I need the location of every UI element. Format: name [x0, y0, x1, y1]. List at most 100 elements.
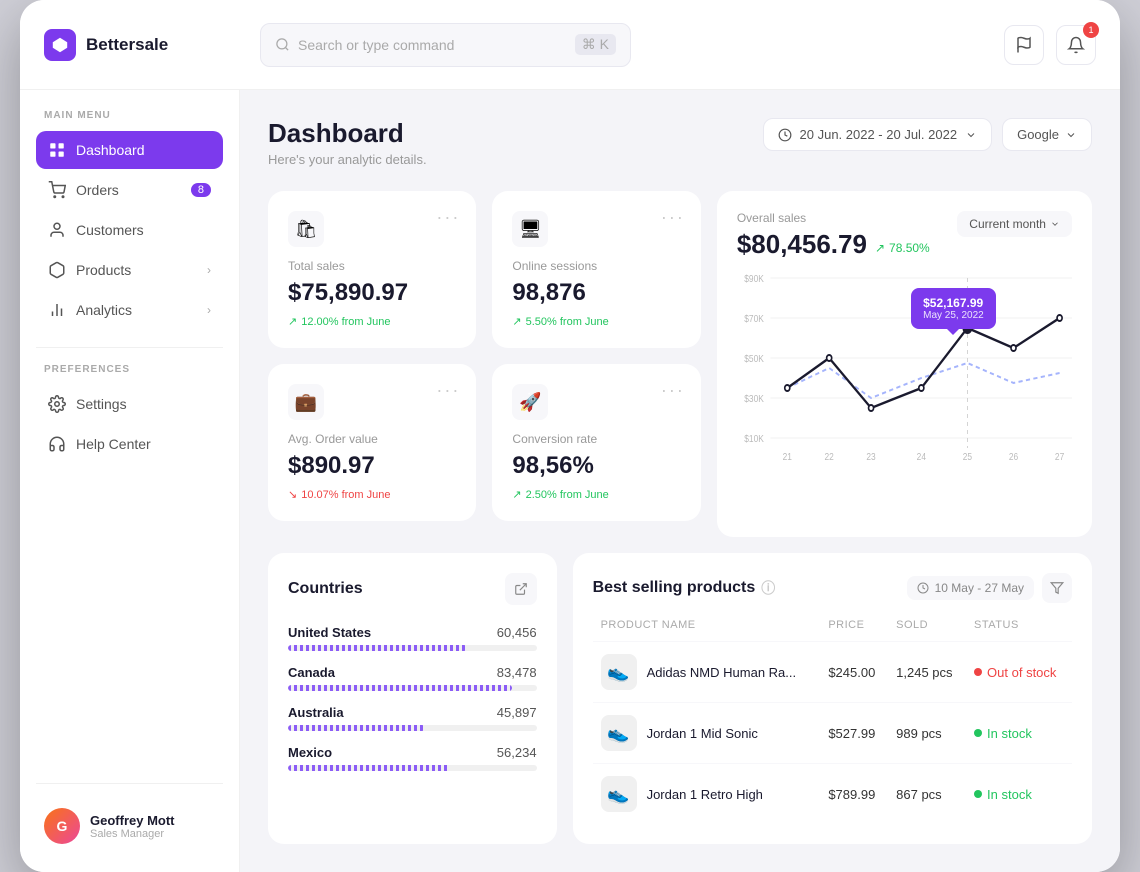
svg-text:22: 22 — [824, 451, 833, 462]
product-cell: 👟 Jordan 1 Retro High — [593, 764, 821, 825]
product-price: $789.99 — [820, 764, 888, 825]
product-sold: 867 pcs — [888, 764, 966, 825]
stat-icon-briefcase: 💼 — [288, 384, 324, 420]
sidebar-item-analytics[interactable]: Analytics › — [36, 291, 223, 329]
card-menu-button[interactable]: ··· — [661, 207, 685, 228]
search-bar[interactable]: Search or type command ⌘ K — [260, 23, 631, 67]
stat-card-online-sessions: ··· 🖥 Online sessions 98,876 ↗ 5.50% fro… — [492, 191, 700, 348]
box-icon — [48, 261, 66, 279]
main-menu-label: MAIN MENU — [36, 110, 223, 121]
col-product-name: Product name — [593, 619, 821, 642]
stats-grid: ··· 🛍 Total sales $75,890.97 ↗ 12.00% fr… — [268, 191, 1092, 537]
stat-value: 98,876 — [512, 279, 680, 307]
chart-label: Overall sales — [737, 211, 930, 225]
svg-text:$70K: $70K — [744, 313, 764, 324]
sidebar-item-label: Customers — [76, 222, 144, 238]
sidebar-item-label: Orders — [76, 182, 119, 198]
grid-icon — [48, 141, 66, 159]
main-layout: MAIN MENU Dashboard Orders 8 Customers P… — [20, 90, 1120, 872]
flag-button[interactable] — [1004, 25, 1044, 65]
svg-text:$50K: $50K — [744, 353, 764, 364]
tooltip-arrow — [947, 329, 959, 335]
sidebar-item-orders[interactable]: Orders 8 — [36, 171, 223, 209]
chevron-down-icon — [1065, 129, 1077, 141]
country-row: Canada 83,478 — [288, 665, 537, 691]
settings-icon — [48, 395, 66, 413]
stat-change: ↗ 12.00% from June — [288, 315, 456, 328]
svg-text:24: 24 — [917, 451, 926, 462]
chart-change: ↗ 78.50% — [875, 241, 930, 255]
countries-title: Countries — [288, 580, 363, 598]
stats-left: ··· 🛍 Total sales $75,890.97 ↗ 12.00% fr… — [268, 191, 476, 521]
search-icon — [275, 37, 290, 52]
table-row: 👟 Jordan 1 Retro High $789.99 867 pcs In… — [593, 764, 1072, 825]
info-icon: ⓘ — [761, 578, 775, 598]
user-card[interactable]: G Geoffrey Mott Sales Manager — [36, 800, 223, 852]
svg-text:26: 26 — [1009, 451, 1018, 462]
up-arrow-icon: ↗ — [288, 315, 297, 328]
chart-icon — [48, 301, 66, 319]
down-arrow-icon: ↘ — [288, 488, 297, 501]
svg-text:21: 21 — [782, 451, 791, 462]
sidebar-item-label: Help Center — [76, 436, 151, 452]
stat-change: ↗ 5.50% from June — [512, 315, 680, 328]
search-shortcut: ⌘ K — [575, 34, 616, 55]
export-button[interactable] — [505, 573, 537, 605]
country-name: Mexico — [288, 745, 332, 760]
svg-text:25: 25 — [963, 451, 972, 462]
progress-bar — [288, 765, 537, 771]
progress-bar — [288, 685, 537, 691]
country-value: 83,478 — [497, 665, 537, 680]
product-thumbnail: 👟 — [601, 776, 637, 812]
chart-header: Overall sales $80,456.79 ↗ 78.50% Curren… — [737, 211, 1072, 260]
header-controls: 20 Jun. 2022 - 20 Jul. 2022 Google — [763, 118, 1092, 151]
svg-text:$30K: $30K — [744, 393, 764, 404]
status-text: In stock — [987, 787, 1032, 802]
table-row: 👟 Jordan 1 Mid Sonic $527.99 989 pcs In … — [593, 703, 1072, 764]
search-placeholder: Search or type command — [298, 37, 567, 53]
product-cell: 👟 Adidas NMD Human Ra... — [593, 642, 821, 703]
bell-icon — [1067, 36, 1085, 54]
country-name: Canada — [288, 665, 335, 680]
source-label: Google — [1017, 127, 1059, 142]
date-range-label: 20 Jun. 2022 - 20 Jul. 2022 — [800, 127, 958, 142]
date-range-button[interactable]: 20 Jun. 2022 - 20 Jul. 2022 — [763, 118, 993, 151]
stat-icon-rocket: 🚀 — [512, 384, 548, 420]
product-name: Adidas NMD Human Ra... — [647, 665, 797, 680]
products-date-range: 10 May - 27 May — [907, 576, 1034, 600]
sidebar-item-products[interactable]: Products › — [36, 251, 223, 289]
filter-button[interactable] — [1042, 573, 1072, 603]
progress-fill — [288, 765, 450, 771]
notification-badge: 1 — [1083, 22, 1099, 38]
up-arrow-icon: ↗ — [875, 241, 885, 255]
cart-icon — [48, 181, 66, 199]
product-thumbnail: 👟 — [601, 715, 637, 751]
products-table: Product name Price Sold Status 👟 Adidas … — [593, 619, 1072, 824]
col-sold: Sold — [888, 619, 966, 642]
product-status: Out of stock — [966, 642, 1072, 703]
stat-value: $890.97 — [288, 452, 456, 480]
sidebar: MAIN MENU Dashboard Orders 8 Customers P… — [20, 90, 240, 872]
notification-button[interactable]: 1 — [1056, 25, 1096, 65]
page-title: Dashboard — [268, 118, 427, 149]
card-menu-button[interactable]: ··· — [661, 380, 685, 401]
sidebar-item-help[interactable]: Help Center — [36, 425, 223, 463]
card-menu-button[interactable]: ··· — [436, 380, 460, 401]
chevron-down-icon: › — [207, 303, 211, 317]
avatar: G — [44, 808, 80, 844]
user-section: G Geoffrey Mott Sales Manager — [36, 783, 223, 852]
sidebar-item-settings[interactable]: Settings — [36, 385, 223, 423]
tooltip-date: May 25, 2022 — [923, 310, 984, 321]
sidebar-item-label: Analytics — [76, 302, 132, 318]
chart-period-button[interactable]: Current month — [957, 211, 1072, 237]
chevron-down-icon: › — [207, 263, 211, 277]
sidebar-item-customers[interactable]: Customers — [36, 211, 223, 249]
source-button[interactable]: Google — [1002, 118, 1092, 151]
svg-text:$90K: $90K — [744, 273, 764, 284]
country-row: Australia 45,897 — [288, 705, 537, 731]
sidebar-item-label: Settings — [76, 396, 127, 412]
card-menu-button[interactable]: ··· — [436, 207, 460, 228]
col-price: Price — [820, 619, 888, 642]
status-dot — [974, 668, 982, 676]
sidebar-item-dashboard[interactable]: Dashboard — [36, 131, 223, 169]
